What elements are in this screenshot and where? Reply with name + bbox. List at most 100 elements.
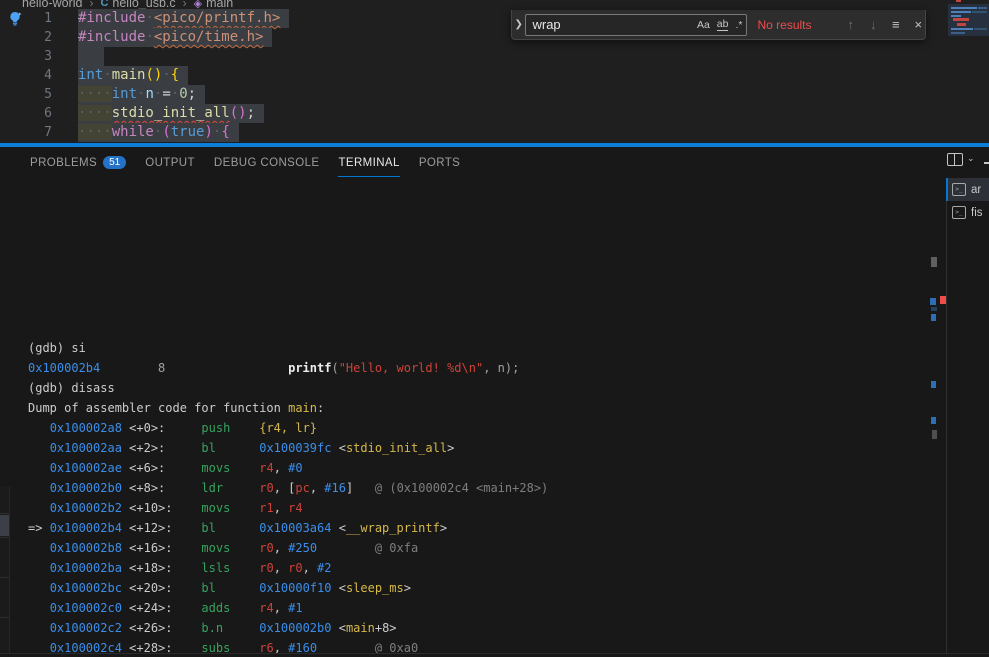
text-segment: ···· (78, 105, 112, 121)
text-segment: <+8>: (122, 481, 165, 495)
selection-highlight: #include·<pico/printf.h> (78, 9, 289, 28)
text-segment: __wrap_printf (346, 521, 440, 535)
panel-tab-terminal[interactable]: TERMINAL (338, 150, 399, 177)
text-segment: "Hello, world! %d\n" (339, 361, 484, 375)
text-segment (230, 561, 259, 575)
bottom-panel: PROBLEMS51 OUTPUT DEBUG CONSOLE TERMINAL POR… (0, 147, 989, 653)
text-segment (165, 441, 201, 455)
panel-tab-output[interactable]: OUTPUT (145, 150, 195, 177)
find-next-button[interactable]: ↓ (867, 17, 880, 32)
selection-highlight (78, 47, 104, 66)
text-segment: <+0>: (122, 421, 165, 435)
panel-tab-bar: PROBLEMS51 OUTPUT DEBUG CONSOLE TERMINAL POR… (30, 150, 460, 176)
line-number: 7 (0, 123, 52, 142)
text-segment: 0x100002b0 (259, 621, 331, 635)
terminal-line: 0x100002ae <+6>: movs r4, #0 (28, 458, 928, 478)
text-segment (173, 541, 202, 555)
text-segment (230, 501, 259, 515)
code-line: 6····stdio_init_all(); (0, 104, 289, 123)
text-segment (28, 581, 50, 595)
panel-action-partial-icon[interactable] (984, 162, 989, 164)
panel-tab-label: OUTPUT (145, 157, 195, 169)
text-segment: , (274, 541, 288, 555)
text-segment: 0x100002b4 (28, 361, 100, 375)
text-segment (216, 441, 259, 455)
text-segment: 0x100002bc (50, 581, 122, 595)
line-number: 5 (0, 85, 52, 104)
text-segment: 0x10003a64 (259, 521, 331, 535)
text-segment: <+6>: (122, 461, 165, 475)
text-segment: · (171, 86, 179, 102)
text-segment: ; (247, 105, 255, 121)
text-segment: · (145, 29, 153, 45)
text-segment: < (331, 621, 345, 635)
chevron-down-icon[interactable]: ⌄ (967, 153, 975, 164)
text-segment (78, 48, 95, 64)
match-case-icon[interactable]: Aa (697, 19, 710, 31)
command-decoration (931, 417, 936, 424)
code-line: 7 ····while·(true)·{ (0, 123, 289, 142)
toggle-replace-icon[interactable]: ❯ (512, 19, 525, 30)
terminal-tabs-list: >_ar>_fis (946, 178, 989, 224)
text-segment: , (303, 561, 317, 575)
gutter-separator (0, 537, 9, 538)
find-previous-button[interactable]: ↑ (844, 17, 857, 32)
code-line: 1 #include·<pico/printf.h> (0, 9, 289, 28)
minimap[interactable] (948, 0, 989, 45)
command-decoration (931, 314, 936, 321)
whole-word-icon[interactable]: ab (717, 18, 729, 31)
text-segment: stdio_init_all (112, 105, 230, 121)
scrollbar-mark (931, 257, 937, 267)
terminal-line: 0x100002b8 <+16>: movs r0, #250 @ 0xfa (28, 538, 928, 558)
terminal[interactable]: (gdb) si0x100002b4 8 printf("Hello, worl… (28, 338, 928, 657)
find-widget: ❯ Aa ab .* No results ↑ ↓ ≡ × (511, 10, 926, 40)
command-decoration (931, 381, 936, 388)
gutter-separator (0, 577, 9, 578)
panel-actions: ⌄ (947, 153, 975, 166)
find-in-selection-button[interactable]: ≡ (889, 17, 902, 32)
text-segment: 0x100002c2 (50, 621, 122, 635)
terminal-line: => 0x100002b4 <+12>: bl 0x10003a64 <__wr… (28, 518, 928, 538)
find-input-box: Aa ab .* (525, 14, 747, 36)
code-line: 4int·main()·{ (0, 66, 289, 85)
find-close-button[interactable]: × (912, 17, 925, 32)
text-segment: ( (331, 361, 338, 375)
text-segment: < (331, 521, 345, 535)
text-segment: <pico/printf.h> (154, 10, 280, 26)
text-segment: n (145, 86, 153, 102)
line-number: 1 (0, 9, 52, 28)
text-segment: > (440, 521, 447, 535)
problems-badge: 51 (103, 156, 126, 169)
text-segment: 0x10000f10 (259, 581, 331, 595)
text-segment: main (346, 621, 375, 635)
terminal-tab-fis[interactable]: >_fis (946, 201, 989, 224)
panel-tab-ports[interactable]: PORTS (419, 150, 460, 177)
text-segment (173, 581, 202, 595)
terminal-icon: >_ (952, 206, 966, 219)
text-segment (165, 421, 201, 435)
terminal-icon: >_ (952, 183, 966, 196)
selection-highlight: ····while·(true)·{ (78, 123, 239, 142)
text-segment: <+12>: (122, 521, 173, 535)
text-segment: r0 (259, 481, 273, 495)
find-input[interactable] (532, 17, 689, 32)
text-segment: #1 (288, 601, 302, 615)
regex-icon[interactable]: .* (735, 19, 742, 31)
text-segment (353, 481, 375, 495)
text-segment (165, 461, 201, 475)
text-segment: int (112, 86, 137, 102)
split-terminal-icon[interactable] (947, 153, 963, 166)
text-segment: r0 (259, 541, 273, 555)
terminal-line: 0x100002a8 <+0>: push {r4, lr} (28, 418, 928, 438)
text-segment (28, 541, 50, 555)
text-segment: > (404, 581, 411, 595)
terminal-line: 0x100002c0 <+24>: adds r4, #1 (28, 598, 928, 618)
text-segment: bl (201, 581, 215, 595)
text-segment: () (145, 67, 162, 83)
terminal-tab-ar[interactable]: >_ar (946, 178, 989, 201)
vscode-window: hello-world›Chello_usb.c›◈main 1#include… (0, 0, 989, 657)
text-segment: main (288, 401, 317, 415)
panel-tab-debug-console[interactable]: DEBUG CONSOLE (214, 150, 320, 177)
panel-left-gutter (0, 487, 10, 653)
panel-tab-problems[interactable]: PROBLEMS51 (30, 150, 126, 177)
